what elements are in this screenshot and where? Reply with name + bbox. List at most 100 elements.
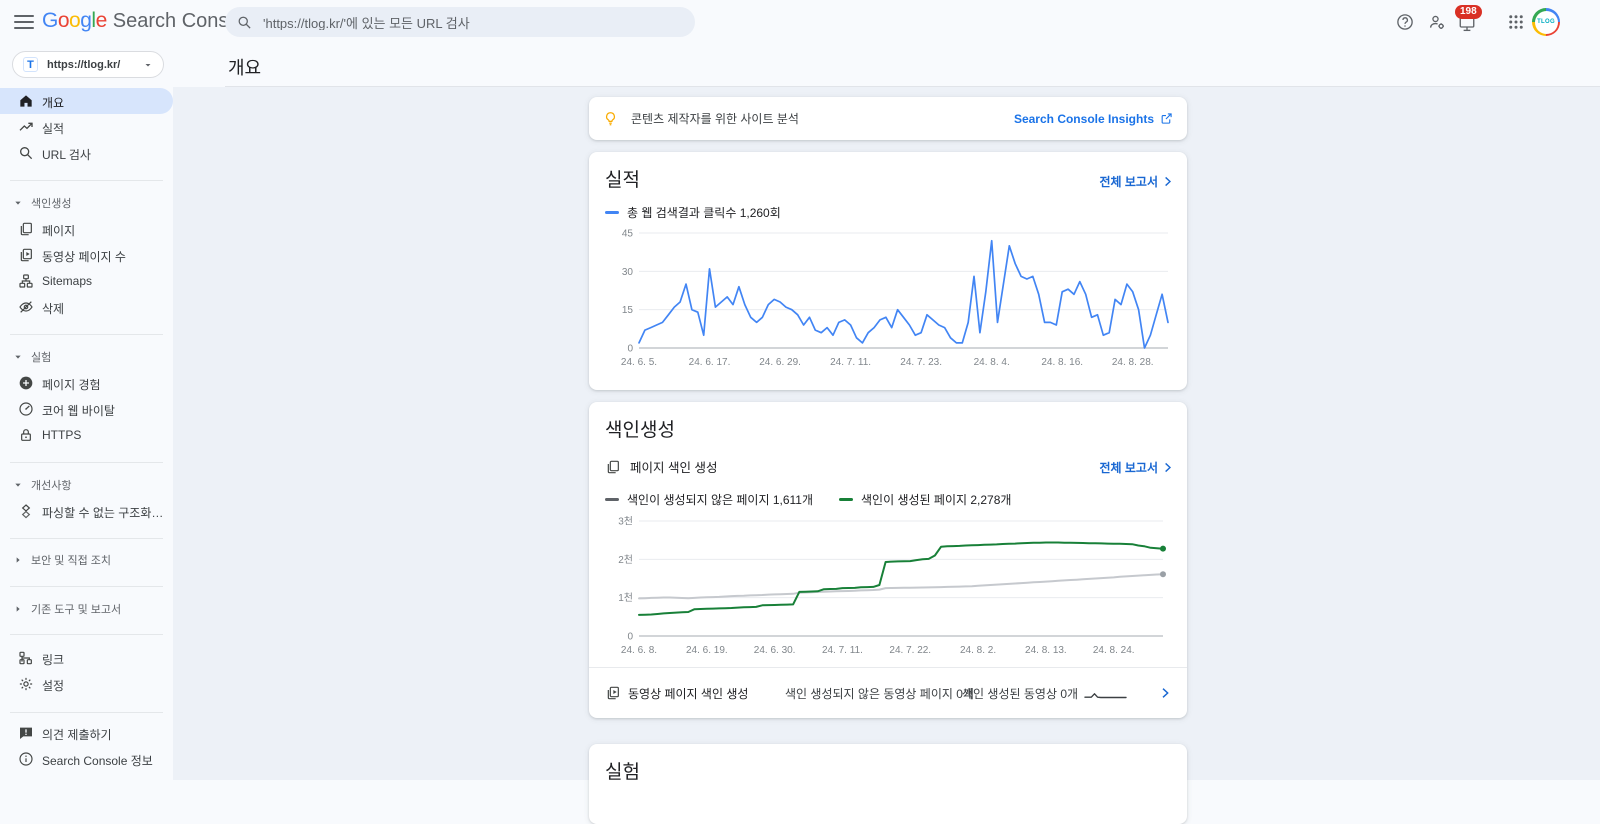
not-indexed-legend-swatch bbox=[605, 498, 619, 501]
page-title: 개요 bbox=[228, 54, 261, 80]
sidebar-item-pages[interactable]: 페이지 bbox=[0, 216, 173, 242]
sidebar-item-https[interactable]: HTTPS bbox=[0, 422, 173, 448]
video-indexing-label: 동영상 페이지 색인 생성 bbox=[628, 685, 748, 702]
clicks-legend-label: 총 웹 검색결과 클릭수 1,260회 bbox=[627, 204, 781, 221]
page-indexing-chart[interactable]: 01천2천3천24. 6. 8.24. 6. 19.24. 6. 30.24. … bbox=[605, 514, 1171, 662]
sidebar-section-experience[interactable]: 실험 bbox=[14, 350, 51, 364]
menu-hamburger-icon[interactable] bbox=[14, 13, 34, 31]
notification-badge: 198 bbox=[1455, 5, 1482, 19]
video-indexing-row[interactable]: 동영상 페이지 색인 생성 색인 생성되지 않은 동영상 페이지 0개 색인 생… bbox=[589, 668, 1187, 718]
sidebar-item-submit-feedback[interactable]: 의견 제출하기 bbox=[0, 720, 173, 746]
video-not-indexed-count: 색인 생성되지 않은 동영상 페이지 0개 bbox=[785, 685, 974, 702]
sidebar-item-links[interactable]: 링크 bbox=[0, 645, 173, 671]
property-selector[interactable]: T https://tlog.kr/ bbox=[12, 51, 164, 78]
svg-text:24. 7. 11.: 24. 7. 11. bbox=[822, 645, 863, 656]
caret-right-icon bbox=[14, 605, 22, 613]
search-icon bbox=[18, 145, 34, 161]
indexed-legend-label: 색인이 생성된 페이지 2,278개 bbox=[861, 491, 1011, 508]
sidebar-item-video-pages[interactable]: 동영상 페이지 수 bbox=[0, 242, 173, 268]
links-icon bbox=[18, 650, 34, 666]
google-apps-grid-icon[interactable] bbox=[1507, 13, 1525, 31]
svg-text:0: 0 bbox=[627, 632, 633, 643]
sidebar-divider bbox=[10, 586, 163, 587]
sidebar-item-settings[interactable]: 설정 bbox=[0, 671, 173, 697]
sidebar-item-sitemaps[interactable]: Sitemaps bbox=[0, 268, 173, 294]
svg-text:24. 8. 24.: 24. 8. 24. bbox=[1093, 645, 1135, 656]
chevron-right-icon[interactable] bbox=[1157, 685, 1173, 701]
sidebar-item-removals[interactable]: 삭제 bbox=[0, 294, 173, 320]
header-divider bbox=[225, 86, 1600, 87]
svg-text:24. 8. 28.: 24. 8. 28. bbox=[1112, 357, 1154, 368]
performance-legend: 총 웹 검색결과 클릭수 1,260회 bbox=[605, 204, 781, 221]
caret-down-icon bbox=[14, 199, 22, 207]
performance-card-title: 실적 bbox=[605, 165, 640, 192]
svg-text:3천: 3천 bbox=[618, 516, 633, 528]
insights-banner-text: 콘텐츠 제작자를 위한 사이트 분석 bbox=[631, 110, 1014, 127]
svg-text:45: 45 bbox=[622, 229, 634, 240]
video-indexing-sparkline bbox=[1083, 686, 1129, 701]
avatar-label: TLOG bbox=[1535, 11, 1558, 34]
svg-text:24. 6. 30.: 24. 6. 30. bbox=[754, 645, 796, 656]
svg-text:24. 7. 11.: 24. 7. 11. bbox=[830, 357, 871, 368]
sidebar-item-page-experience[interactable]: 페이지 경험 bbox=[0, 370, 173, 396]
sidebar-item-performance[interactable]: 실적 bbox=[0, 114, 173, 140]
svg-text:24. 6. 5.: 24. 6. 5. bbox=[621, 357, 657, 368]
sidebar-item-unparsable-structured-data[interactable]: 파싱할 수 없는 구조화된 ... bbox=[0, 498, 173, 524]
lock-icon bbox=[18, 427, 34, 443]
chevron-right-icon bbox=[1160, 460, 1175, 475]
search-icon bbox=[237, 15, 252, 30]
external-link-icon bbox=[1160, 112, 1173, 125]
user-settings-icon[interactable] bbox=[1428, 13, 1446, 31]
account-avatar[interactable]: TLOG bbox=[1532, 8, 1560, 36]
sidebar-section-indexing[interactable]: 색인생성 bbox=[14, 196, 71, 210]
indexing-full-report-link[interactable]: 전체 보고서 bbox=[1099, 459, 1175, 476]
video-indexed-count: 색인 생성된 동영상 0개 bbox=[962, 685, 1078, 702]
caret-right-icon bbox=[14, 556, 22, 564]
svg-text:24. 7. 22.: 24. 7. 22. bbox=[889, 645, 931, 656]
sidebar-section-enhancements[interactable]: 개선사항 bbox=[14, 478, 71, 492]
top-app-bar: Google Search Console 198 TLOG bbox=[0, 0, 1600, 44]
sidebar-section-legacy-tools[interactable]: 기존 도구 및 보고서 bbox=[14, 602, 121, 616]
sidebar-divider bbox=[10, 180, 163, 181]
property-url: https://tlog.kr/ bbox=[47, 59, 143, 71]
sidebar-item-core-web-vitals[interactable]: 코어 웹 바이탈 bbox=[0, 396, 173, 422]
sidebar-divider bbox=[10, 462, 163, 463]
sidebar-divider bbox=[10, 712, 163, 713]
sidebar-item-about-search-console[interactable]: Search Console 정보 bbox=[0, 746, 173, 772]
chevron-down-icon bbox=[143, 60, 153, 70]
svg-text:24. 7. 23.: 24. 7. 23. bbox=[900, 357, 942, 368]
sidebar-navigation: T https://tlog.kr/ 개요 실적 URL 검사 색인생성 페이지… bbox=[0, 44, 173, 780]
url-inspection-searchbar[interactable] bbox=[225, 7, 695, 37]
help-icon[interactable] bbox=[1396, 13, 1414, 31]
sidebar-section-security[interactable]: 보안 및 직접 조치 bbox=[14, 553, 111, 567]
logo-letter: o bbox=[69, 9, 80, 33]
sidebar-divider bbox=[10, 334, 163, 335]
feedback-icon bbox=[18, 725, 34, 741]
sidebar-item-overview[interactable]: 개요 bbox=[0, 88, 173, 114]
url-inspection-input[interactable] bbox=[263, 15, 683, 30]
insights-banner: 콘텐츠 제작자를 위한 사이트 분석 Search Console Insigh… bbox=[589, 97, 1187, 140]
svg-text:2천: 2천 bbox=[618, 554, 633, 566]
search-console-insights-link[interactable]: Search Console Insights bbox=[1014, 112, 1173, 126]
sidebar-item-url-inspection[interactable]: URL 검사 bbox=[0, 140, 173, 166]
sidebar-divider bbox=[10, 634, 163, 635]
performance-clicks-chart[interactable]: 015304524. 6. 5.24. 6. 17.24. 6. 29.24. … bbox=[605, 226, 1171, 374]
gear-icon bbox=[18, 676, 34, 692]
info-icon bbox=[18, 751, 34, 767]
home-icon bbox=[18, 93, 34, 109]
performance-card: 실적 전체 보고서 총 웹 검색결과 클릭수 1,260회 015304524.… bbox=[589, 152, 1187, 390]
not-indexed-legend-label: 색인이 생성되지 않은 페이지 1,611개 bbox=[627, 491, 813, 508]
sidebar-divider bbox=[10, 538, 163, 539]
video-pages-icon bbox=[18, 247, 34, 263]
performance-full-report-link[interactable]: 전체 보고서 bbox=[1099, 173, 1175, 190]
chevron-right-icon bbox=[1160, 174, 1175, 189]
caret-down-icon bbox=[14, 481, 22, 489]
page-indexing-row: 페이지 색인 생성 bbox=[605, 457, 717, 476]
logo-letter: e bbox=[96, 9, 107, 33]
indexing-legend: 색인이 생성되지 않은 페이지 1,611개 색인이 생성된 페이지 2,278… bbox=[605, 491, 1011, 508]
app-logo[interactable]: Google Search Console bbox=[42, 9, 255, 33]
svg-text:0: 0 bbox=[627, 344, 633, 355]
trending-up-icon bbox=[18, 119, 34, 135]
pages-icon bbox=[605, 459, 621, 475]
svg-text:1천: 1천 bbox=[618, 592, 633, 604]
